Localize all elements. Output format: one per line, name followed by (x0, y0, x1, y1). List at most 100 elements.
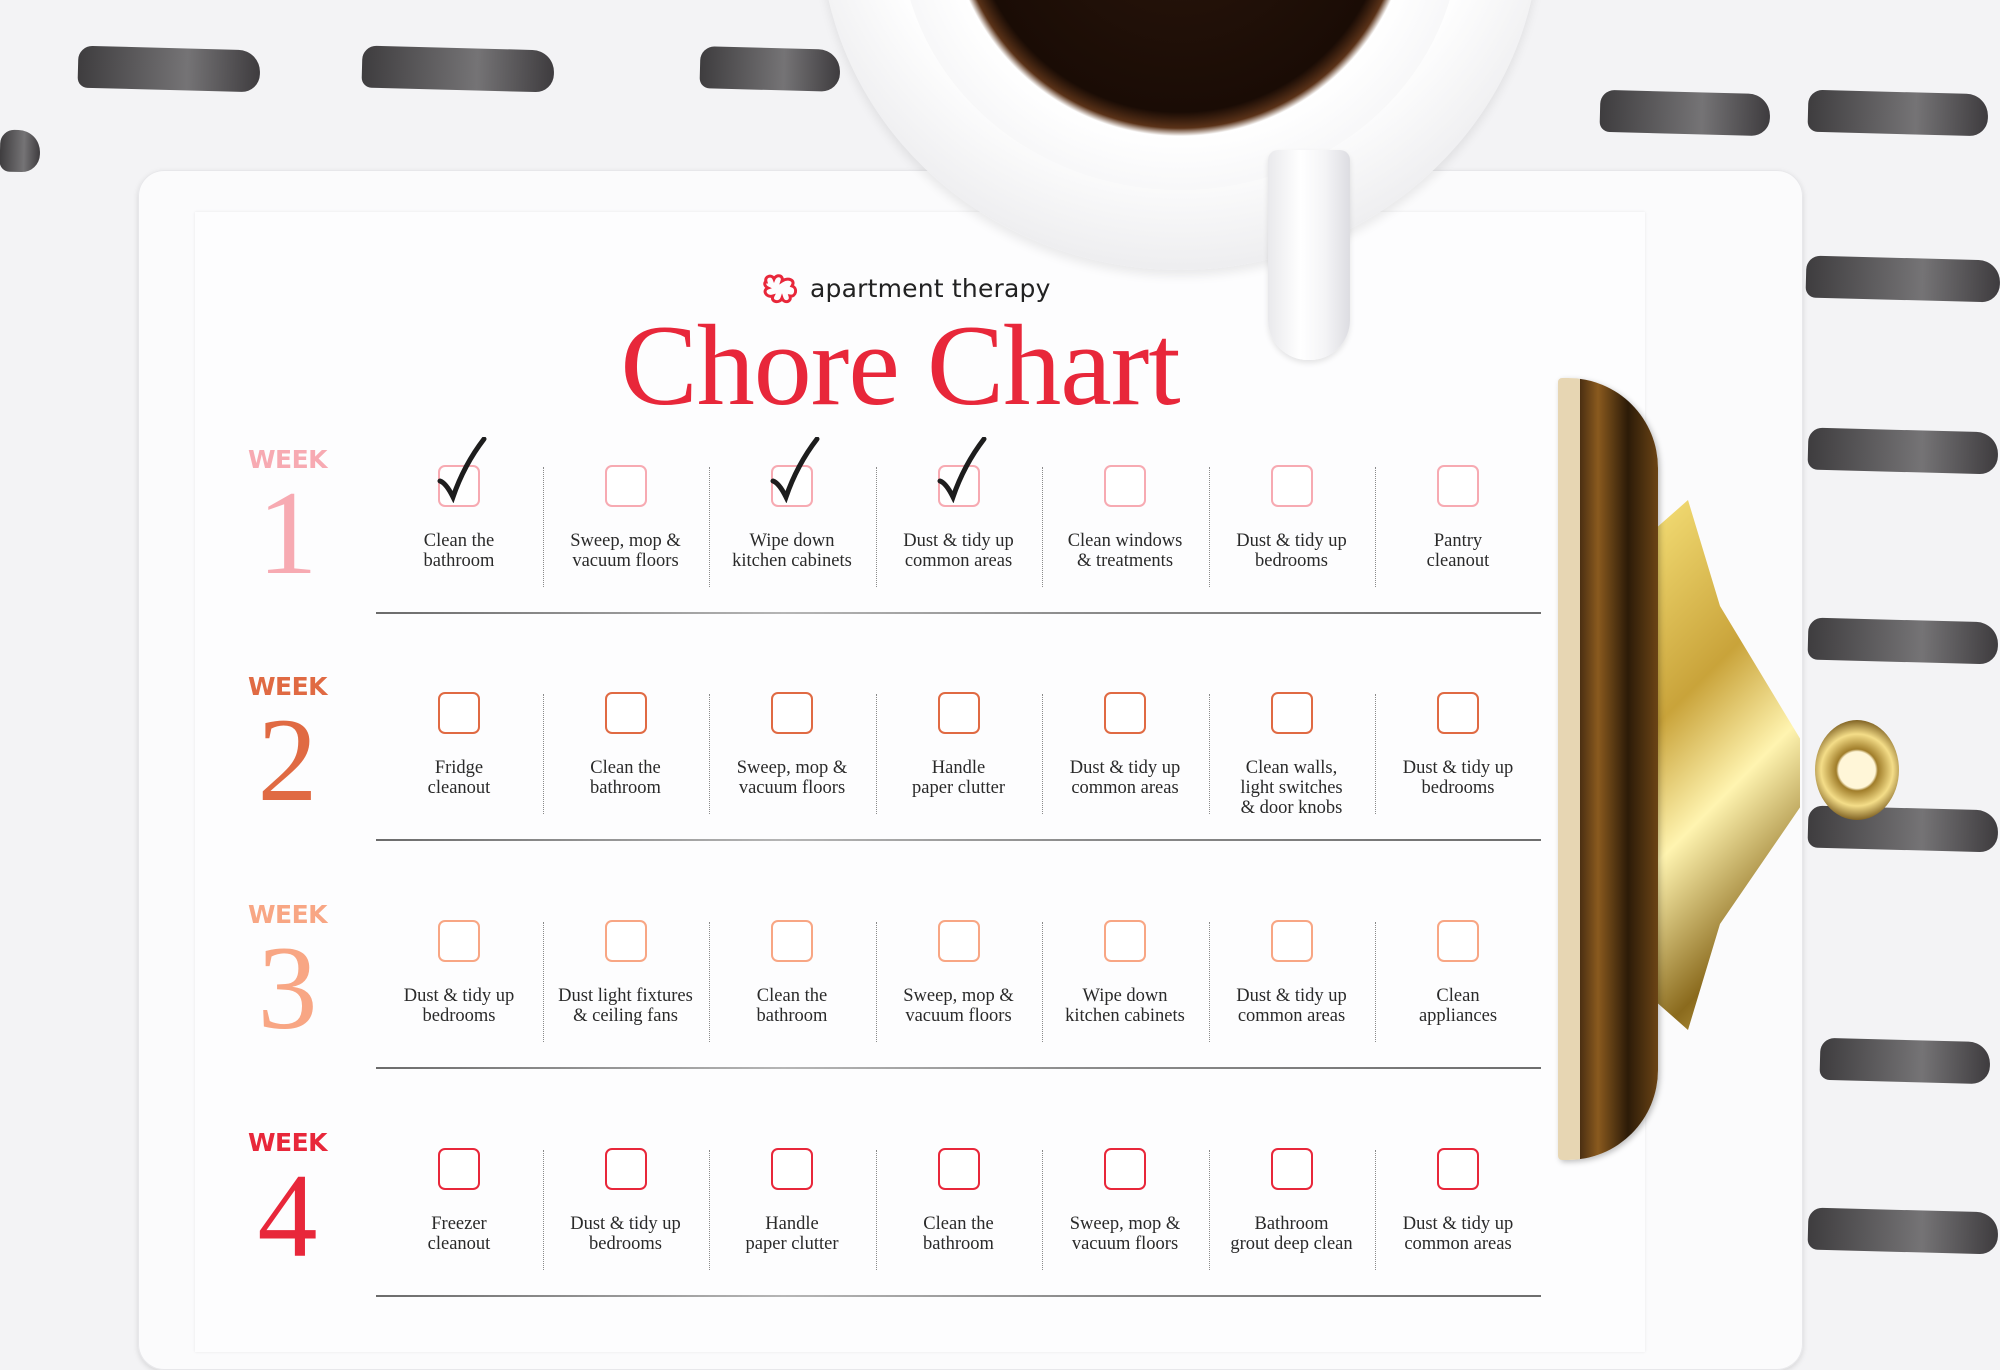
brush-stroke (1807, 427, 1999, 475)
checkmark-icon (937, 437, 986, 503)
chore-checkbox[interactable] (604, 465, 647, 507)
row-divider (376, 1295, 1541, 1297)
chore-label-line: Wipe down (1082, 986, 1168, 1006)
chore-label-line: Dust & tidy up (1069, 758, 1181, 778)
chore-label-line: bedrooms (1255, 551, 1328, 571)
chore-label: Dust & tidy up bedrooms (1375, 758, 1541, 798)
chore-checkbox[interactable] (1437, 692, 1479, 734)
chore-label-line: Freezer (431, 1214, 487, 1234)
chore-checkbox[interactable] (1270, 1148, 1313, 1190)
chore-checkbox[interactable] (1104, 1148, 1146, 1190)
brush-stroke (0, 129, 41, 173)
chore-label-line: vacuum floors (738, 778, 846, 798)
chore-label-line: Sweep, mop & (1069, 1214, 1181, 1234)
chore-label-line: Sweep, mop & (903, 986, 1014, 1006)
column-divider (542, 694, 544, 814)
chore-label-line: bedrooms (422, 1006, 496, 1026)
chore-label-line: cleanout (1426, 551, 1490, 571)
chore-checkbox[interactable] (604, 692, 647, 734)
chore-checkbox[interactable] (438, 692, 480, 734)
chore-label-line: Clean (1436, 986, 1480, 1006)
chore-label: Handle paper clutter (876, 758, 1042, 798)
chore-label: Dust & tidy up bedrooms (543, 1214, 709, 1254)
chore-checkbox[interactable] (1437, 920, 1479, 962)
chore-label: Clean the bathroom (876, 1214, 1042, 1254)
chore-checkbox[interactable] (770, 437, 820, 507)
chore-item: Dust & tidy up bedrooms (1209, 445, 1375, 595)
brush-stroke (1805, 255, 2000, 303)
chore-label-line: paper clutter (912, 778, 1005, 798)
chore-checkbox[interactable] (937, 692, 980, 734)
chore-item: Clean the bathroom (543, 672, 709, 822)
chore-item: Handle paper clutter (876, 672, 1042, 822)
chore-checkbox[interactable] (771, 692, 813, 734)
chore-checkbox[interactable] (1104, 465, 1146, 507)
column-divider (542, 1150, 544, 1270)
chore-label: Wipe down kitchen cabinets (709, 531, 875, 571)
chore-label: Clean windows & treatments (1042, 531, 1208, 571)
chore-item: Clean windows & treatments (1042, 445, 1208, 595)
chore-label: Fridge cleanout (376, 758, 542, 798)
chore-label: Dust light fixtures & ceiling fans (543, 986, 709, 1026)
chore-checkbox[interactable] (604, 1148, 647, 1190)
chore-label-line: Bathroom (1254, 1214, 1329, 1234)
chore-label-line: Dust & tidy up (1236, 986, 1347, 1006)
chore-label: Clean walls, light switches & door knobs (1209, 758, 1375, 818)
chore-label: Clean the bathroom (376, 531, 542, 571)
chore-label: Sweep, mop & vacuum floors (709, 758, 875, 798)
chore-label-line: Clean the (756, 986, 828, 1006)
column-divider (1208, 467, 1210, 587)
chore-label-line: common areas (904, 551, 1013, 571)
chore-label-line: light switches (1240, 778, 1343, 798)
chore-checkbox[interactable] (937, 1148, 980, 1190)
chore-label-line: & treatments (1076, 551, 1174, 571)
chore-label: Handle paper clutter (709, 1214, 875, 1254)
week-heading-3: WEEK 3 (240, 900, 335, 1054)
chore-label-line: Wipe down (749, 531, 835, 551)
chore-label-line: vacuum floors (905, 1006, 1012, 1026)
chore-checkbox[interactable] (438, 1148, 480, 1190)
chore-checkbox[interactable] (937, 437, 986, 507)
chore-item: Sweep, mop & vacuum floors (543, 445, 709, 595)
binder-clip-plate (1558, 378, 1658, 1160)
brush-stroke (361, 45, 555, 93)
chore-label-line: cleanout (427, 1234, 491, 1254)
chore-checkbox[interactable] (1104, 692, 1146, 734)
chore-checkbox[interactable] (1104, 920, 1146, 962)
chore-checkbox[interactable] (604, 920, 647, 962)
row-divider (376, 1067, 1541, 1069)
chore-checkbox[interactable] (1270, 920, 1313, 962)
chore-item: Dust & tidy up common areas (1209, 900, 1375, 1050)
brush-stroke (1807, 617, 1999, 665)
week-number: 3 (257, 921, 318, 1054)
chore-label-line: appliances (1418, 1006, 1498, 1026)
chore-label-line: Handle (765, 1214, 819, 1234)
chore-checkbox[interactable] (437, 437, 487, 507)
chore-item: Clean the bathroom (709, 900, 875, 1050)
chore-label: Clean appliances (1375, 986, 1541, 1026)
chore-label-line: Sweep, mop & (570, 531, 681, 551)
chore-checkbox[interactable] (937, 920, 980, 962)
chore-label-line: common areas (1237, 1006, 1346, 1026)
chore-checkbox[interactable] (1270, 692, 1313, 734)
chore-label-line: Clean the (923, 1214, 994, 1234)
row-divider (376, 612, 1541, 614)
chore-checkbox[interactable] (771, 1148, 813, 1190)
chore-checkbox[interactable] (1437, 1148, 1479, 1190)
chore-checkbox[interactable] (438, 920, 480, 962)
chore-label: Pantry cleanout (1375, 531, 1541, 571)
chore-item: Dust & tidy up common areas (876, 437, 1042, 595)
chore-checkbox[interactable] (1437, 465, 1479, 507)
chore-label: Bathroom grout deep clean (1209, 1214, 1375, 1254)
chore-label-line: Handle (931, 758, 986, 778)
chore-label-line: Dust & tidy up (403, 986, 515, 1006)
chore-checkbox[interactable] (1270, 465, 1313, 507)
chore-label-line: bathroom (423, 551, 495, 571)
chore-item: Fridge cleanout (376, 672, 542, 822)
chore-item: Wipe down kitchen cabinets (1042, 900, 1208, 1050)
chore-item: Bathroom grout deep clean (1209, 1128, 1375, 1278)
chore-label: Dust & tidy up common areas (1042, 758, 1208, 798)
week-heading-2: WEEK 2 (240, 672, 335, 820)
chore-label-line: Fridge (434, 758, 484, 778)
chore-checkbox[interactable] (771, 920, 813, 962)
